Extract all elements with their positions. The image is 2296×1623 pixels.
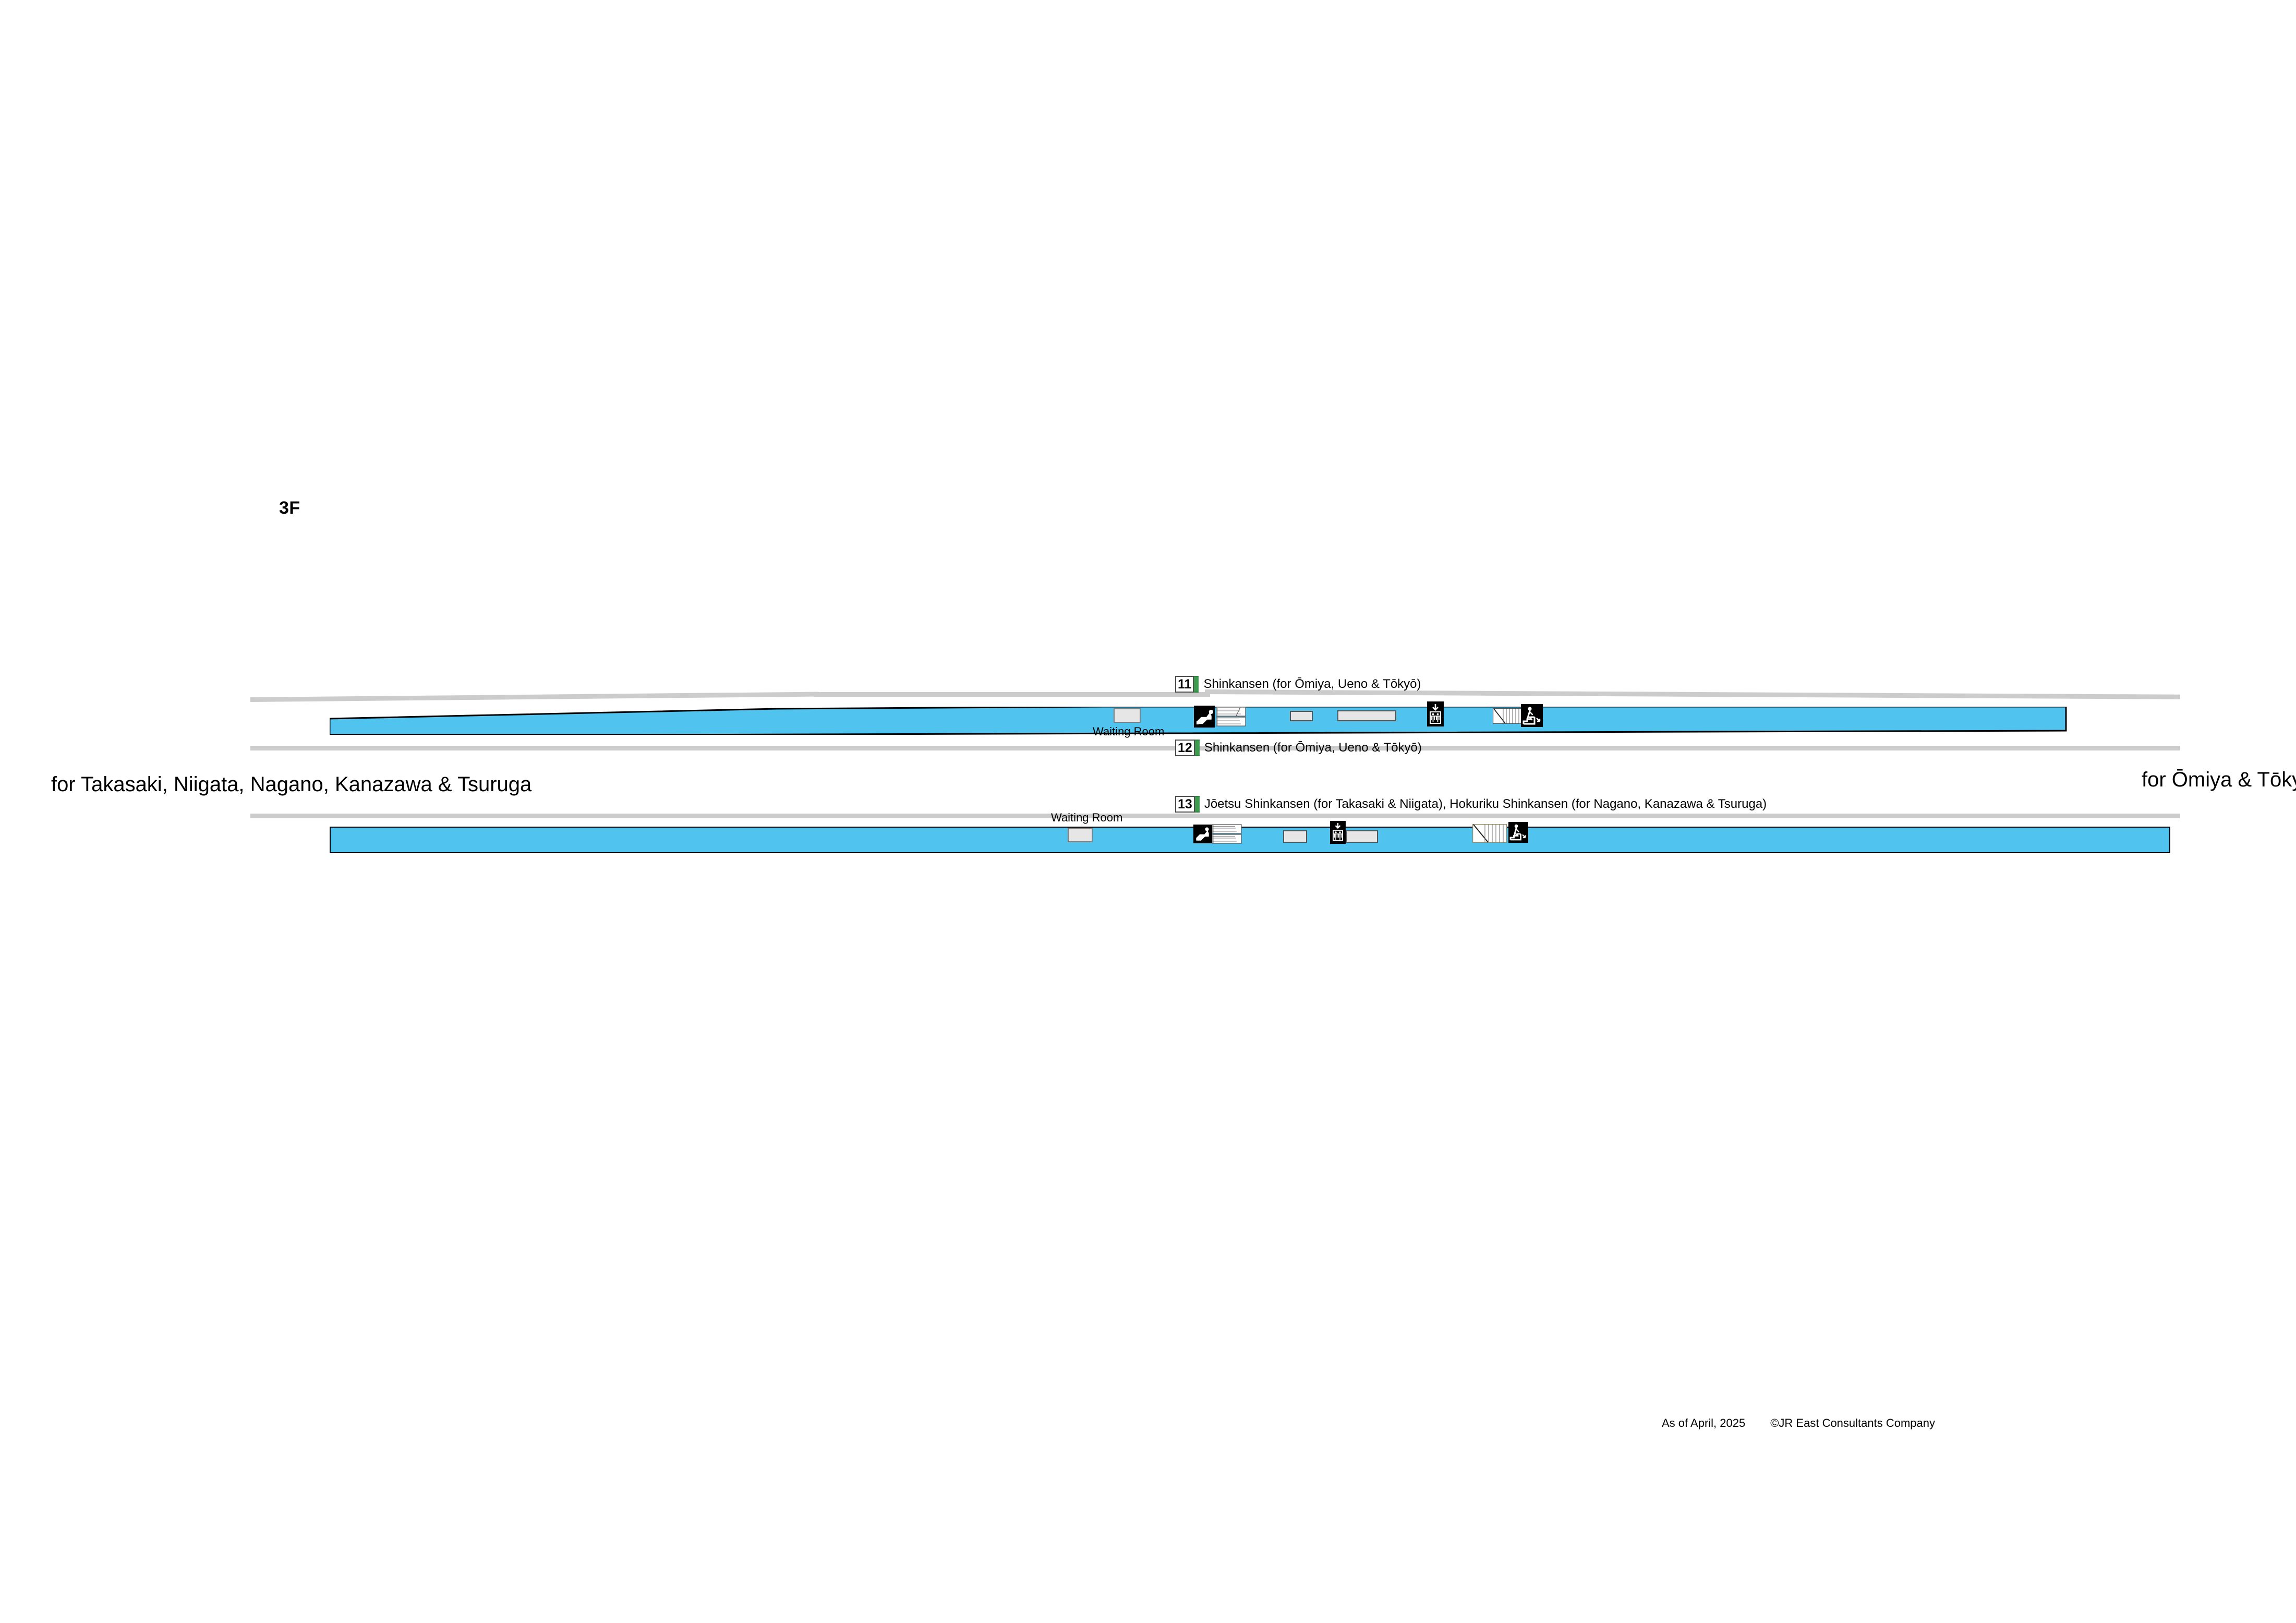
facility-box-long-lower	[1346, 830, 1378, 843]
escalator-footprint-upper	[1216, 707, 1246, 726]
escalator-footprint-lower	[1212, 824, 1242, 844]
track-line-11-mid	[814, 692, 1210, 697]
direction-caption-left: for Takasaki, Niigata, Nagano, Kanazawa …	[51, 773, 532, 796]
platform-upper	[330, 707, 2170, 735]
track-number-12: 12	[1175, 740, 1195, 756]
waiting-room-box-lower	[1068, 828, 1093, 842]
elevator-icon[interactable]	[1427, 701, 1444, 726]
track-number-13: 13	[1175, 796, 1195, 813]
stairs-icon[interactable]	[1521, 704, 1543, 727]
track-line-11-left	[250, 692, 819, 702]
track-label-13: 13 Jōetsu Shinkansen (for Takasaki & Nii…	[1175, 796, 1767, 813]
copyright-notice: ©JR East Consultants Company	[1770, 1416, 1936, 1430]
track-badge-11: 11	[1175, 676, 1199, 693]
elevator-icon[interactable]	[1330, 821, 1346, 844]
track-stripe-13	[1194, 796, 1200, 813]
stairs-icon[interactable]	[1508, 822, 1528, 843]
facility-box-small-lower	[1283, 830, 1307, 843]
waiting-room-label-lower: Waiting Room	[1051, 811, 1123, 824]
stairs-footprint-upper	[1493, 708, 1522, 724]
track-label-12: 12 Shinkansen (for Ōmiya, Ueno & Tōkyō)	[1175, 740, 1422, 756]
stairs-footprint-lower	[1472, 824, 1507, 843]
waiting-room-label-upper: Waiting Room	[1093, 725, 1165, 738]
footer: As of April, 2025 ©JR East Consultants C…	[1662, 1416, 1935, 1430]
track-service-13: Jōetsu Shinkansen (for Takasaki & Niigat…	[1204, 797, 1767, 811]
escalator-icon[interactable]	[1193, 825, 1212, 843]
facility-box-small-upper	[1290, 711, 1313, 721]
track-service-11: Shinkansen (for Ōmiya, Ueno & Tōkyō)	[1203, 677, 1421, 691]
platform-lower	[330, 827, 2170, 853]
track-badge-13: 13	[1175, 796, 1200, 813]
track-number-11: 11	[1175, 676, 1194, 693]
waiting-room-box-upper	[1114, 708, 1141, 723]
floor-label: 3F	[279, 498, 300, 518]
station-platform-map: 3F Waiting Room Waiting Room 11 Shinkans…	[0, 0, 2296, 1623]
platform-upper-outline	[330, 707, 2067, 735]
facility-box-long-upper	[1337, 710, 1396, 721]
as-of-date: As of April, 2025	[1662, 1416, 1746, 1430]
track-stripe-11	[1194, 676, 1199, 693]
track-line-13	[250, 814, 2180, 818]
track-badge-12: 12	[1175, 740, 1200, 756]
direction-caption-right: for Ōmiya & Tōkyō	[2142, 768, 2296, 791]
track-label-11: 11 Shinkansen (for Ōmiya, Ueno & Tōkyō)	[1175, 676, 1421, 693]
track-stripe-12	[1194, 740, 1200, 756]
track-service-12: Shinkansen (for Ōmiya, Ueno & Tōkyō)	[1204, 741, 1422, 755]
escalator-icon[interactable]	[1194, 706, 1215, 728]
